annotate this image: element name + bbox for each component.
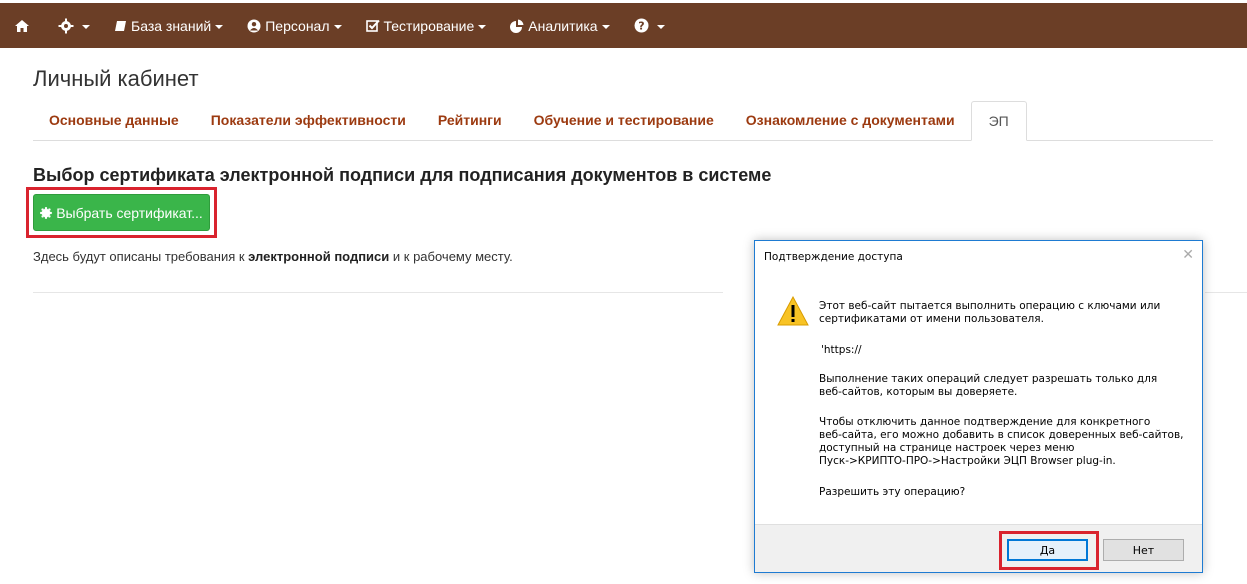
nav-personnel[interactable]: Персонал [247,3,342,48]
dialog-warning-text: Выполнение таких операций следует разреш… [819,373,1189,399]
dialog-line: доступный на странице настроек через мен… [819,442,1075,454]
dialog-line: веб-сайтов, которым вы доверяете. [819,386,1018,398]
dialog-line: веб-сайта, его можно добавить в список д… [819,429,1184,441]
tab-training[interactable]: Обучение и тестирование [518,100,730,140]
dialog-footer: Да Нет [755,524,1202,572]
help-menu[interactable]: ? [634,3,665,48]
page-title: Личный кабинет [33,66,199,91]
book-icon [114,20,127,32]
warning-icon [777,295,809,330]
chevron-down-icon [478,24,487,29]
tab-signature[interactable]: ЭП [970,101,1027,141]
dialog-line: Пуск->КРИПТО-ПРО->Настройки ЭЦП Browser … [819,455,1116,467]
access-confirmation-dialog: Подтверждение доступа ✕ Этот веб-сайт пы… [754,240,1203,573]
dialog-line: Выполнение таких операций следует разреш… [819,373,1158,385]
dialog-instructions: Чтобы отключить данное подтверждение для… [819,416,1189,468]
certificate-icon [40,206,53,219]
nav-testing-label: Тестирование [383,17,475,34]
tab-documents[interactable]: Ознакомление с документами [730,100,971,140]
checkbox-icon [365,19,380,32]
top-navbar: База знаний Персонал Тестирование Аналит… [0,0,1247,48]
chevron-down-icon [333,24,342,29]
dialog-title: Подтверждение доступа [764,251,903,263]
desc-before: Здесь будут описаны требования к [33,249,249,264]
svg-text:?: ? [638,20,644,33]
tab-performance[interactable]: Показатели эффективности [195,100,422,140]
settings-menu[interactable] [58,3,90,48]
dialog-question: Разрешить эту операцию? [819,486,966,498]
desc-after: и к рабочему месту. [389,249,513,264]
home-link[interactable] [14,3,34,48]
pie-chart-icon [510,19,524,33]
select-certificate-label: Выбрать сертификат... [56,204,203,221]
chevron-down-icon [82,24,90,29]
nav-testing[interactable]: Тестирование [365,3,487,48]
dialog-line: Этот веб-сайт пытается выполнить операци… [819,300,1161,312]
select-certificate-button[interactable]: Выбрать сертификат... [33,194,210,231]
gear-icon [58,18,74,34]
nav-analytics[interactable]: Аналитика [510,3,610,48]
divider [1205,292,1247,293]
home-icon [14,19,30,33]
tab-basic-data[interactable]: Основные данные [33,100,195,140]
nav-knowledge-base[interactable]: База знаний [114,3,224,48]
nav-knowledge-label: База знаний [131,17,212,34]
help-icon: ? [634,18,649,33]
tab-ratings[interactable]: Рейтинги [422,100,518,140]
divider [33,292,723,293]
chevron-down-icon [601,24,610,29]
dialog-line: Чтобы отключить данное подтверждение для… [819,416,1151,428]
requirements-text: Здесь будут описаны требования к электро… [33,249,513,264]
section-title: Выбор сертификата электронной подписи дл… [33,165,772,185]
dialog-message: Этот веб-сайт пытается выполнить операци… [819,300,1189,326]
close-icon[interactable]: ✕ [1182,247,1194,263]
dialog-url: 'https:// [821,344,862,356]
desc-bold: электронной подписи [248,249,390,264]
nav-personnel-label: Персонал [265,17,330,34]
highlight-frame [999,531,1099,570]
no-button[interactable]: Нет [1103,539,1184,561]
chevron-down-icon [215,24,224,29]
profile-tabs: Основные данные Показатели эффективности… [33,101,1213,141]
user-circle-icon [247,19,261,33]
dialog-line: сертификатами от имени пользователя. [819,313,1044,325]
chevron-down-icon [656,24,665,29]
nav-analytics-label: Аналитика [528,17,598,34]
